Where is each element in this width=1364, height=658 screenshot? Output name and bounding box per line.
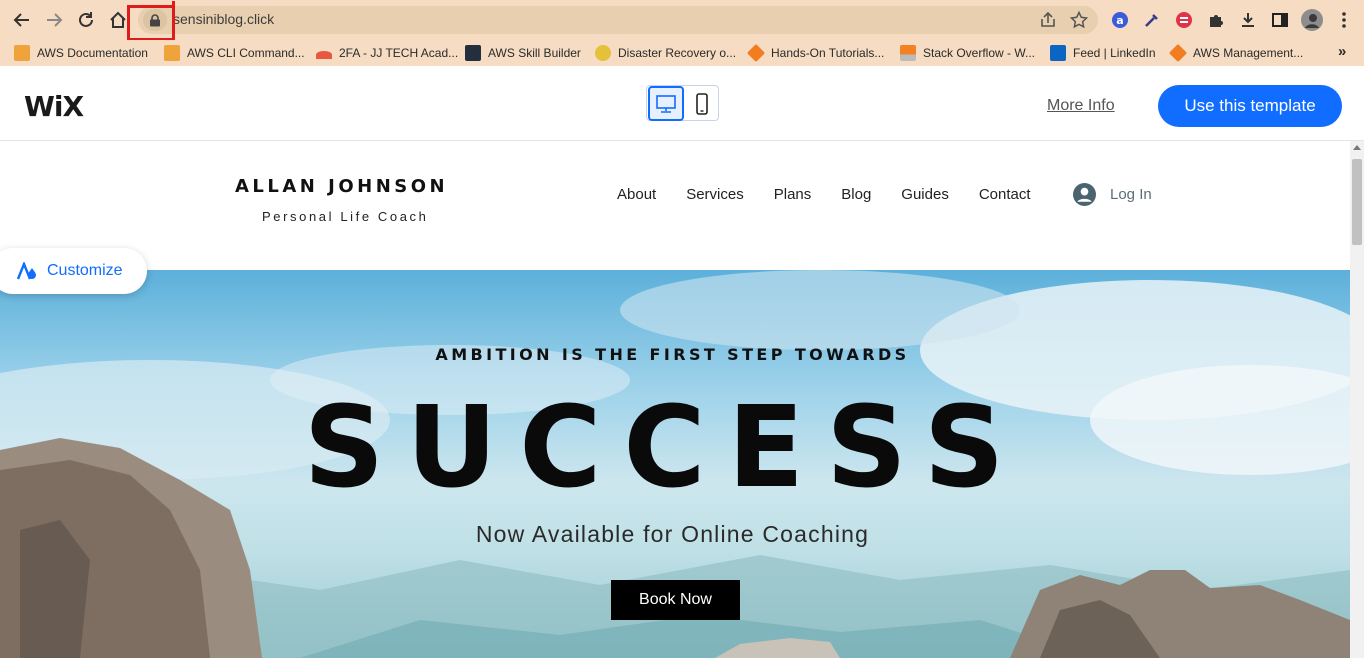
aws-skillbuilder-icon — [465, 45, 481, 61]
customize-label: Customize — [47, 262, 123, 279]
more-info-link[interactable]: More Info — [1047, 97, 1115, 115]
bookmark-jjtech[interactable]: 2FA - JJ TECH Acad... — [316, 44, 458, 62]
reload-button[interactable] — [73, 7, 99, 33]
site-scrollbar[interactable] — [1350, 141, 1364, 658]
hero-section: AMBITION IS THE FIRST STEP TOWARDS SUCCE… — [0, 270, 1350, 658]
nav-about[interactable]: About — [617, 186, 656, 203]
bookmarks-overflow-button[interactable]: » — [1338, 42, 1346, 60]
back-arrow-icon — [13, 13, 29, 27]
bookmark-aws-documentation[interactable]: AWS Documentation — [14, 44, 148, 62]
browser-menu-icon[interactable] — [1333, 9, 1355, 31]
site-brand-tagline: Personal Life Coach — [262, 209, 429, 224]
site-header: ALLAN JOHNSON Personal Life Coach About … — [0, 141, 1350, 270]
customize-button[interactable]: Customize — [0, 248, 147, 294]
hero-title: SUCCESS — [303, 383, 1027, 513]
desktop-view-button[interactable] — [648, 86, 684, 121]
nav-blog[interactable]: Blog — [841, 186, 871, 203]
back-button[interactable] — [9, 7, 35, 33]
customize-icon — [16, 262, 36, 280]
bookmark-aws-management[interactable]: AWS Management... — [1168, 43, 1303, 63]
bookmarks-bar: AWS Documentation AWS CLI Command... 2FA… — [0, 40, 1364, 66]
use-template-button[interactable]: Use this template — [1158, 85, 1342, 127]
mobile-icon — [696, 92, 708, 115]
highlight-annotation-mark — [172, 1, 175, 8]
hero-kicker: AMBITION IS THE FIRST STEP TOWARDS — [435, 345, 910, 364]
aws-docs-icon — [14, 45, 30, 61]
bookmark-disaster-recovery[interactable]: Disaster Recovery o... — [595, 44, 736, 62]
browser-toolbar: sensiniblog.click a — [0, 0, 1364, 41]
site-preview: ALLAN JOHNSON Personal Life Coach About … — [0, 141, 1350, 658]
reload-icon — [79, 12, 93, 27]
side-panel-icon[interactable] — [1269, 9, 1291, 31]
linkedin-icon — [1050, 45, 1066, 61]
extension-a-icon[interactable]: a — [1109, 9, 1131, 31]
bookmark-stack-overflow[interactable]: Stack Overflow - W... — [900, 44, 1035, 62]
download-icon[interactable] — [1237, 9, 1259, 31]
scroll-up-arrow-icon[interactable] — [1353, 145, 1361, 150]
bookmark-star-icon[interactable] — [1069, 10, 1089, 30]
disaster-recovery-icon — [595, 45, 611, 61]
nav-services[interactable]: Services — [686, 186, 744, 203]
forward-arrow-icon — [47, 13, 63, 27]
bookmark-linkedin[interactable]: Feed | LinkedIn — [1050, 44, 1156, 62]
home-icon — [110, 11, 126, 28]
wix-logo[interactable]: WiX — [24, 90, 84, 123]
bookmark-aws-skill-builder[interactable]: AWS Skill Builder — [465, 44, 581, 62]
profile-avatar[interactable] — [1301, 9, 1323, 31]
book-now-button[interactable]: Book Now — [611, 580, 740, 620]
device-toggle — [646, 85, 719, 121]
share-icon[interactable] — [1038, 10, 1058, 30]
mobile-view-button[interactable] — [687, 87, 717, 120]
forward-button[interactable] — [41, 7, 67, 33]
eyedropper-icon[interactable] — [1141, 9, 1163, 31]
nav-guides[interactable]: Guides — [901, 186, 949, 203]
address-bar[interactable] — [138, 6, 1098, 34]
hands-on-tutorials-icon — [746, 43, 766, 63]
nav-contact[interactable]: Contact — [979, 186, 1031, 203]
aws-cli-icon — [164, 45, 180, 61]
url-text[interactable]: sensiniblog.click — [173, 11, 274, 27]
site-nav: About Services Plans Blog Guides Contact — [617, 186, 1061, 203]
wix-template-header: WiX More Info Use this template — [0, 66, 1364, 141]
stackoverflow-icon — [900, 45, 916, 61]
desktop-icon — [656, 94, 676, 113]
nav-plans[interactable]: Plans — [774, 186, 812, 203]
jjtech-icon — [316, 51, 332, 59]
hero-subtitle: Now Available for Online Coaching — [475, 521, 870, 547]
puzzle-icon[interactable] — [1205, 9, 1227, 31]
highlight-annotation — [127, 5, 175, 41]
scroll-thumb[interactable] — [1352, 159, 1362, 245]
bookmark-aws-cli[interactable]: AWS CLI Command... — [164, 44, 305, 62]
aws-management-icon — [1168, 43, 1188, 63]
bookmark-hands-on-tutorials[interactable]: Hands-On Tutorials... — [746, 43, 884, 63]
site-brand-name[interactable]: ALLAN JOHNSON — [235, 176, 448, 197]
user-avatar-icon — [1073, 183, 1096, 206]
login-label: Log In — [1110, 186, 1152, 203]
svg-text:a: a — [1116, 14, 1123, 27]
extension-red-icon[interactable] — [1173, 9, 1195, 31]
login-button[interactable]: Log In — [1073, 183, 1152, 206]
